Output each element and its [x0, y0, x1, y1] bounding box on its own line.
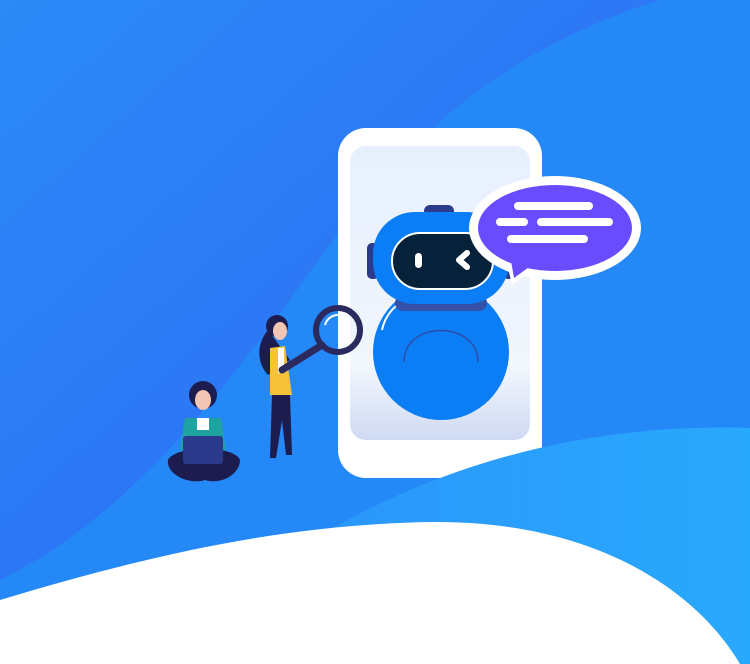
chatbot-illustration [0, 0, 750, 664]
laptop [183, 436, 223, 464]
robot-eye-left [415, 253, 422, 268]
